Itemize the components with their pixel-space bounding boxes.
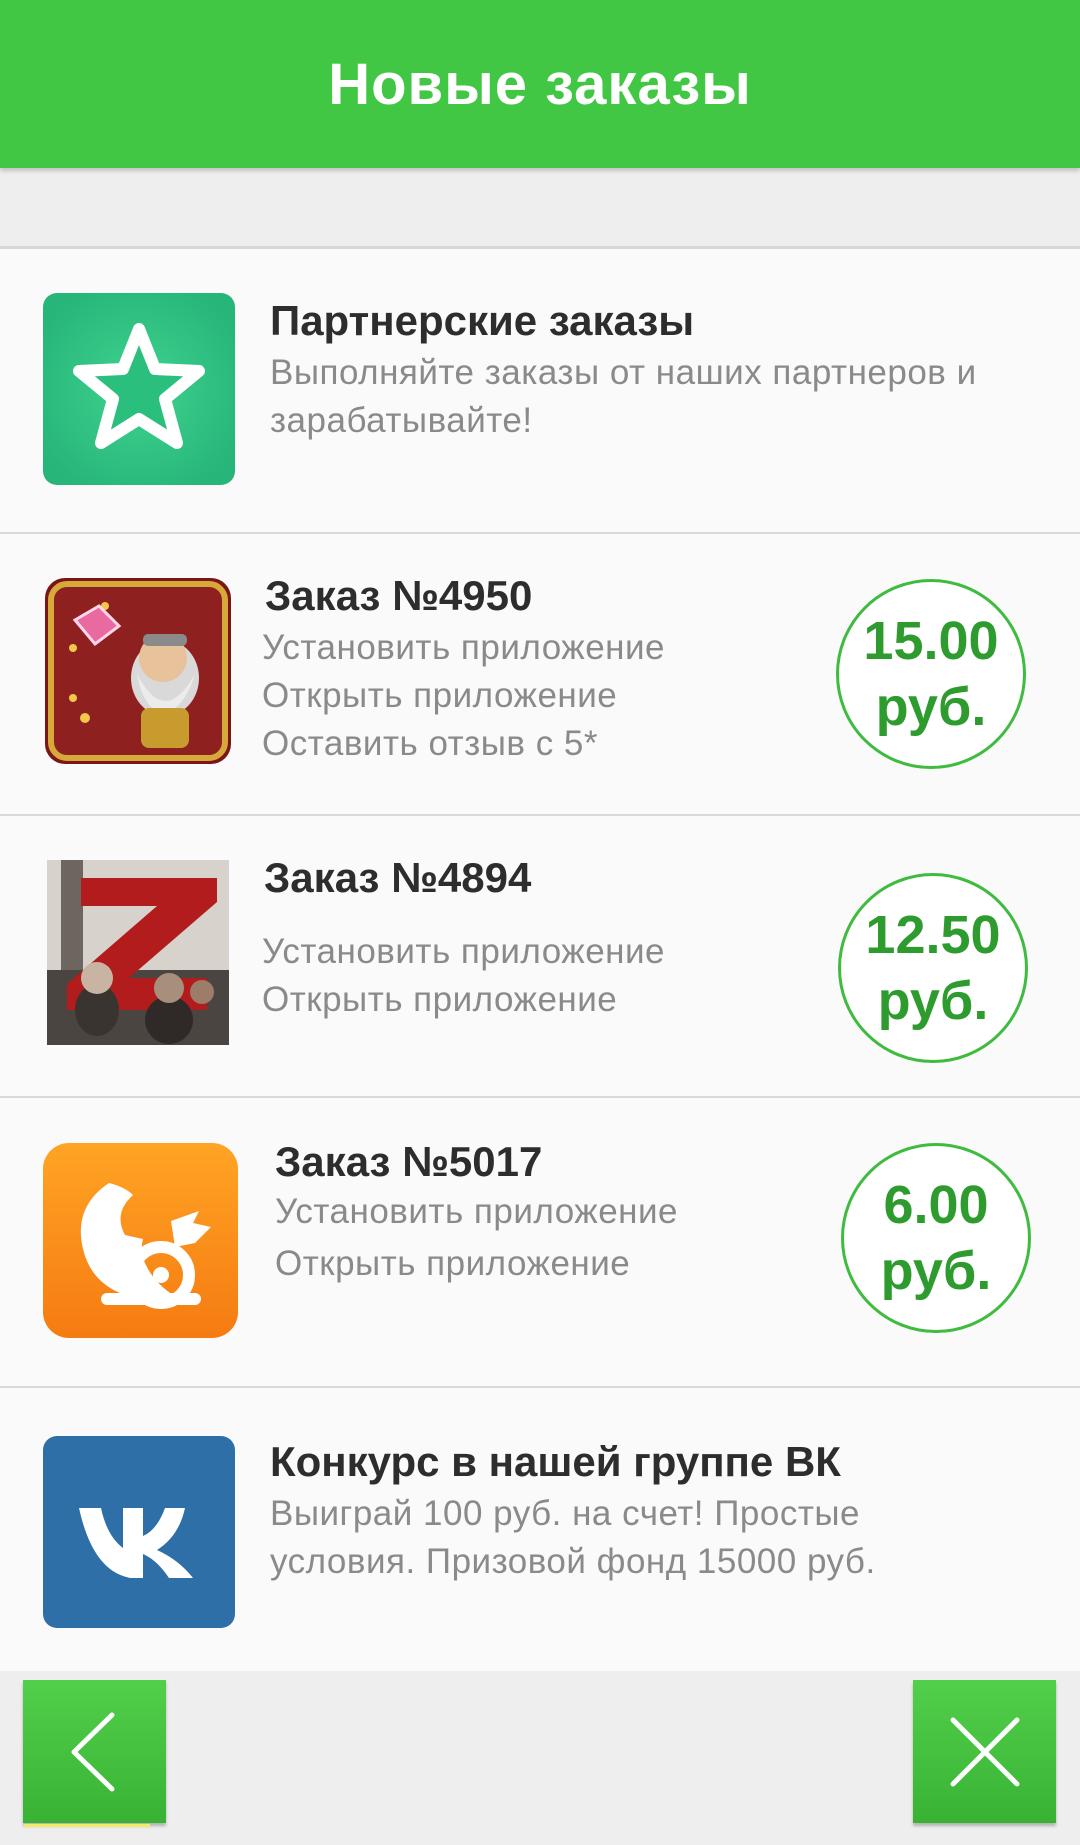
uc-browser-icon	[43, 1143, 238, 1338]
price-unit: руб.	[880, 1241, 992, 1301]
order-tasks: Установить приложение Открыть приложение	[262, 928, 665, 1024]
vk-icon	[43, 1436, 235, 1628]
partner-desc-line: зарабатывайте!	[270, 401, 533, 440]
order-title: Заказ №4950	[265, 572, 533, 619]
order-task: Открыть приложение	[275, 1244, 631, 1283]
price-value: 15.00	[863, 611, 999, 671]
price-unit: руб.	[875, 677, 987, 737]
close-button[interactable]	[913, 1680, 1056, 1823]
order-task: Установить приложение	[275, 1192, 679, 1231]
price-badge: 15.00 руб.	[836, 579, 1026, 769]
list-item-order-4950[interactable]: Заказ №4950 Установить приложение Открыт…	[0, 534, 1080, 816]
star-icon	[43, 293, 235, 485]
contest-title: Конкурс в нашей группе ВК	[270, 1438, 841, 1485]
app-header: Новые заказы	[0, 0, 1080, 168]
order-task: Оставить отзыв с 5*	[262, 724, 599, 763]
price-badge: 6.00 руб.	[841, 1143, 1031, 1333]
list-item-partner-orders[interactable]: Партнерские заказы Выполняйте заказы от …	[0, 249, 1080, 534]
chevron-left-icon	[71, 1712, 114, 1791]
back-button-underline	[24, 1824, 150, 1827]
partner-description: Выполняйте заказы от наших партнеров и з…	[270, 349, 977, 445]
contest-desc-line: Выиграй 100 руб. на счет! Простые	[270, 1494, 860, 1533]
partner-title: Партнерские заказы	[270, 297, 695, 344]
close-icon	[950, 1717, 1019, 1786]
page-title: Новые заказы	[328, 51, 752, 117]
price-unit: руб.	[877, 971, 989, 1031]
contest-description: Выиграй 100 руб. на счет! Простые услови…	[270, 1490, 876, 1586]
price-badge: 12.50 руб.	[838, 873, 1028, 1063]
list-item-vk-contest[interactable]: Конкурс в нашей группе ВК Выиграй 100 ру…	[0, 1388, 1080, 1674]
list-item-order-4894[interactable]: Заказ №4894 Установить приложение Открыт…	[0, 816, 1080, 1098]
back-button[interactable]	[23, 1680, 166, 1823]
order-task: Установить приложение	[262, 628, 666, 667]
orders-list[interactable]: Партнерские заказы Выполняйте заказы от …	[0, 246, 1080, 1671]
order-title: Заказ №5017	[275, 1138, 543, 1185]
order-tasks: Установить приложение Открыть приложение…	[262, 624, 665, 768]
price-value: 12.50	[865, 905, 1001, 965]
order-tasks: Установить приложение Открыть приложение	[275, 1186, 678, 1290]
order-task: Открыть приложение	[262, 676, 618, 715]
order-task: Установить приложение	[262, 932, 666, 971]
order-title: Заказ №4894	[264, 854, 532, 901]
zombie-game-icon	[47, 860, 229, 1045]
gold-miner-game-icon	[45, 578, 231, 764]
list-item-order-5017[interactable]: Заказ №5017 Установить приложение Открыт…	[0, 1098, 1080, 1388]
partner-desc-line: Выполняйте заказы от наших партнеров и	[270, 353, 977, 392]
contest-desc-line: условия. Призовой фонд 15000 руб.	[270, 1542, 876, 1581]
order-task: Открыть приложение	[262, 980, 618, 1019]
price-value: 6.00	[883, 1175, 989, 1235]
